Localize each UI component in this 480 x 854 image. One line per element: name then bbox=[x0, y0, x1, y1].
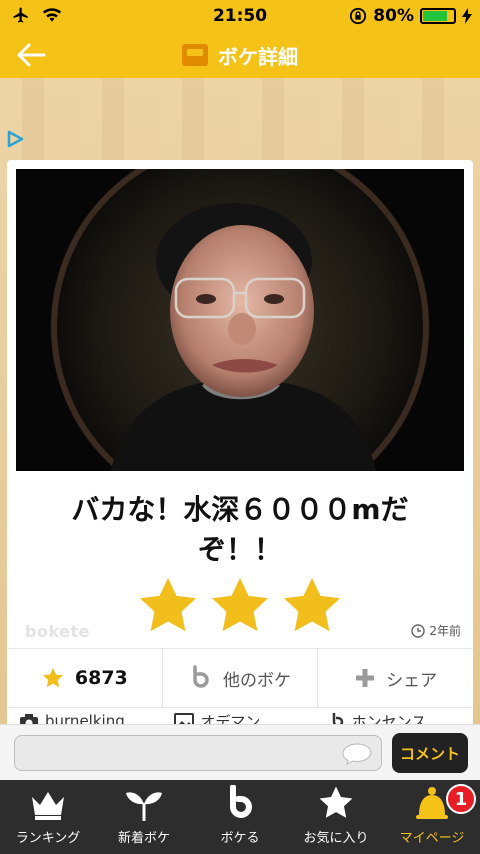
boke-logo-icon bbox=[230, 785, 252, 818]
tab-mypage[interactable]: マイページ 1 bbox=[384, 780, 480, 854]
boke-photo[interactable] bbox=[16, 169, 464, 471]
rating-star-icon[interactable] bbox=[208, 574, 272, 638]
comment-input[interactable] bbox=[14, 735, 382, 771]
boke-card: バカな！水深６０００mだぞ！！ bokete 2年前 6873 他のボケ シェア… bbox=[7, 160, 473, 730]
battery-icon bbox=[420, 8, 456, 24]
tab-mypage-label: マイページ bbox=[399, 831, 465, 846]
rating-star-icon[interactable] bbox=[136, 574, 200, 638]
tab-bar: ランキング 新着ボケ ボケる お気に入り マイページ 1 bbox=[0, 780, 480, 854]
share-label: シェア bbox=[386, 670, 438, 691]
star-count: 6873 bbox=[74, 667, 128, 689]
photo-illustration bbox=[16, 169, 464, 471]
crown-icon bbox=[32, 792, 64, 820]
other-boke-label: 他のボケ bbox=[223, 670, 291, 691]
notification-badge: 1 bbox=[446, 784, 476, 814]
tab-ranking[interactable]: ランキング bbox=[0, 780, 96, 854]
tab-new-label: 新着ボケ bbox=[117, 831, 170, 846]
bokete-watermark: bokete bbox=[25, 622, 91, 641]
tab-favorites[interactable]: お気に入り bbox=[288, 780, 384, 854]
status-right: 80% bbox=[349, 6, 472, 26]
comment-button[interactable]: コメント bbox=[392, 733, 468, 773]
status-bar: 21:50 80% bbox=[0, 0, 480, 32]
charging-icon bbox=[462, 8, 472, 24]
app-header: ボケ詳細 bbox=[0, 32, 480, 78]
share-button[interactable]: シェア bbox=[317, 649, 473, 707]
detail-icon bbox=[182, 44, 208, 66]
plus-icon bbox=[356, 669, 375, 687]
battery-percent: 80% bbox=[373, 6, 414, 26]
bell-icon bbox=[416, 787, 448, 819]
clock-icon bbox=[411, 623, 426, 638]
ad-choices-icon[interactable] bbox=[6, 130, 24, 148]
orientation-lock-icon bbox=[350, 7, 367, 25]
rating-star-icon[interactable] bbox=[280, 574, 344, 638]
tab-boke[interactable]: ボケる bbox=[192, 780, 288, 854]
posted-time: 2年前 bbox=[411, 622, 461, 639]
tab-boke-label: ボケる bbox=[220, 831, 260, 846]
boke-caption: バカな！水深６０００mだぞ！！ bbox=[71, 493, 409, 566]
tab-ranking-label: ランキング bbox=[15, 831, 81, 846]
boke-b-icon bbox=[193, 665, 209, 688]
posted-time-label: 2年前 bbox=[429, 624, 461, 638]
tab-new[interactable]: 新着ボケ bbox=[96, 780, 192, 854]
comment-bar: コメント bbox=[0, 724, 480, 780]
header-title-group: ボケ詳細 bbox=[182, 41, 298, 70]
action-bar: 6873 他のボケ シェア bbox=[7, 648, 473, 708]
star-icon bbox=[42, 668, 63, 688]
other-boke-button[interactable]: 他のボケ bbox=[161, 649, 318, 707]
favorite-star-icon bbox=[319, 786, 353, 818]
tab-favorites-label: お気に入り bbox=[303, 831, 369, 846]
sprout-icon bbox=[126, 792, 162, 821]
back-arrow-icon[interactable] bbox=[14, 38, 48, 72]
speech-bubble-icon bbox=[342, 743, 372, 765]
page-title: ボケ詳細 bbox=[218, 44, 298, 69]
star-count-button[interactable]: 6873 bbox=[7, 649, 162, 707]
